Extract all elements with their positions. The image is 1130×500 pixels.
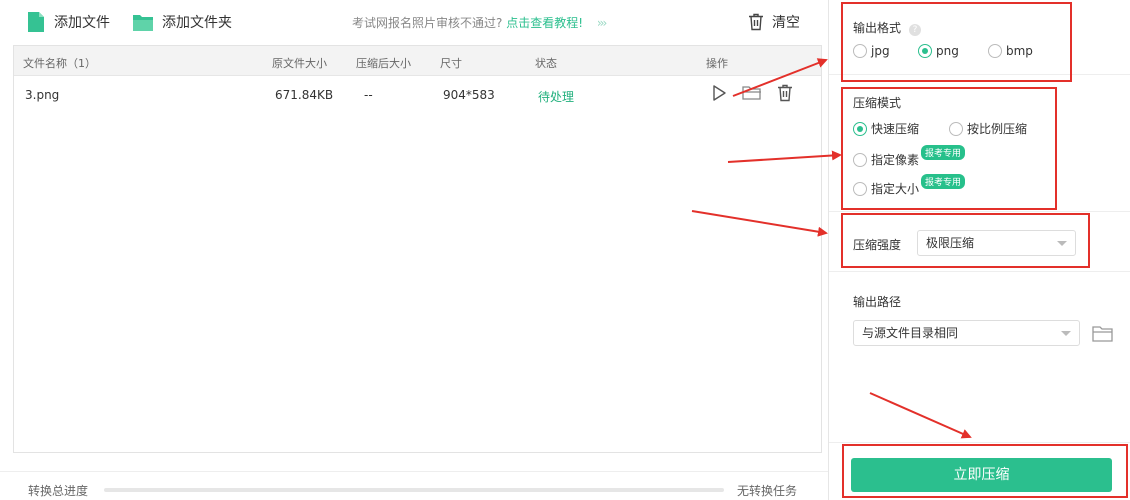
- progress-footer: 转换总进度 无转换任务: [0, 471, 828, 500]
- chevrons-icon: ›››: [596, 16, 608, 30]
- app-window: 添加文件 添加文件夹 考试网报名照片审核不通过? 点击查看教程! ››› 清空 …: [0, 0, 1130, 500]
- open-folder-icon[interactable]: [742, 84, 762, 102]
- add-folder-button[interactable]: 添加文件夹: [132, 8, 232, 36]
- progress-label: 转换总进度: [28, 484, 89, 498]
- table-header: 文件名称（1） 原文件大小 压缩后大小 尺寸 状态 操作: [14, 46, 821, 76]
- col-name: 文件名称（1）: [23, 57, 96, 70]
- clear-button[interactable]: 清空: [748, 8, 800, 36]
- radio-dot: [853, 44, 867, 58]
- col-dimensions: 尺寸: [440, 57, 462, 70]
- file-status: 待处理: [538, 90, 575, 104]
- exam-badge: 报考专用: [921, 145, 966, 160]
- compress-mode-section: 压缩模式 快速压缩 按比例压缩 指定像素 报考专用 指定大小 报考专用: [829, 75, 1130, 212]
- format-png-radio[interactable]: png: [918, 44, 959, 58]
- table-row[interactable]: 3.png 671.84KB -- 904*583 待处理: [14, 80, 821, 112]
- radio-dot: [853, 121, 867, 136]
- exam-badge: 报考专用: [921, 174, 966, 189]
- add-file-label: 添加文件: [54, 15, 110, 31]
- settings-panel: 输出格式? jpg png bmp 压缩模式 快速压缩 按比例压缩 指定像素 报…: [828, 0, 1130, 500]
- play-icon[interactable]: [711, 84, 727, 102]
- clear-label: 清空: [772, 15, 800, 31]
- format-jpg-radio[interactable]: jpg: [853, 44, 890, 58]
- strength-section: 压缩强度 极限压缩: [829, 212, 1130, 272]
- format-jpg-label: jpg: [871, 44, 890, 58]
- divider: [829, 442, 1130, 443]
- file-add-icon: [28, 12, 44, 32]
- strength-select[interactable]: 极限压缩: [917, 230, 1076, 256]
- delete-icon[interactable]: [777, 84, 793, 102]
- radio-dot: [949, 121, 963, 136]
- folder-add-icon: [133, 15, 153, 31]
- chevron-down-icon: [1057, 241, 1067, 246]
- chevron-down-icon: [1061, 331, 1071, 336]
- file-name: 3.png: [25, 88, 60, 102]
- file-compressed-size: --: [364, 88, 373, 102]
- notice-text: 考试网报名照片审核不通过?: [352, 16, 503, 30]
- format-bmp-radio[interactable]: bmp: [988, 44, 1033, 58]
- strength-value: 极限压缩: [926, 236, 975, 250]
- output-format-title: 输出格式?: [853, 19, 922, 36]
- progress-bar: [104, 488, 724, 492]
- compress-mode-title: 压缩模式: [853, 96, 902, 110]
- col-status: 状态: [535, 57, 557, 70]
- output-path-select[interactable]: 与源文件目录相同: [853, 320, 1080, 346]
- radio-dot: [918, 44, 932, 58]
- output-format-label: 输出格式: [853, 21, 902, 35]
- mode-fast-label: 快速压缩: [871, 122, 920, 136]
- toolbar: 添加文件 添加文件夹 考试网报名照片审核不通过? 点击查看教程! ››› 清空: [0, 0, 828, 44]
- radio-dot: [988, 44, 1002, 58]
- file-dimensions: 904*583: [443, 88, 495, 102]
- col-actions: 操作: [706, 57, 728, 70]
- output-format-section: 输出格式? jpg png bmp: [829, 0, 1130, 75]
- browse-folder-icon[interactable]: [1092, 325, 1114, 343]
- mode-pixels-radio[interactable]: 指定像素: [853, 151, 919, 168]
- help-icon[interactable]: ?: [909, 24, 922, 36]
- file-table: 文件名称（1） 原文件大小 压缩后大小 尺寸 状态 操作 3.png 671.8…: [13, 45, 822, 453]
- add-folder-label: 添加文件夹: [162, 15, 232, 31]
- format-png-label: png: [936, 44, 959, 58]
- file-orig-size: 671.84KB: [275, 88, 334, 102]
- notice-banner: 考试网报名照片审核不通过? 点击查看教程! ›››: [352, 14, 608, 31]
- progress-status: 无转换任务: [737, 484, 798, 498]
- mode-fast-radio[interactable]: 快速压缩: [853, 120, 919, 137]
- col-compressed-size: 压缩后大小: [356, 57, 411, 70]
- mode-size-radio[interactable]: 指定大小: [853, 180, 919, 197]
- radio-dot: [853, 181, 867, 196]
- mode-pixels-label: 指定像素: [871, 153, 920, 167]
- output-path-value: 与源文件目录相同: [862, 326, 959, 340]
- mode-ratio-radio[interactable]: 按比例压缩: [949, 120, 1027, 137]
- tutorial-link[interactable]: 点击查看教程!: [506, 16, 583, 30]
- output-path-section: 输出路径 与源文件目录相同: [829, 272, 1130, 442]
- strength-title: 压缩强度: [853, 238, 902, 252]
- compress-now-button[interactable]: 立即压缩: [851, 458, 1112, 492]
- mode-size-label: 指定大小: [871, 182, 920, 196]
- radio-dot: [853, 152, 867, 167]
- col-orig-size: 原文件大小: [272, 57, 327, 70]
- format-bmp-label: bmp: [1006, 44, 1033, 58]
- add-file-button[interactable]: 添加文件: [26, 8, 110, 36]
- trash-icon: [749, 13, 763, 31]
- output-path-title: 输出路径: [853, 295, 902, 309]
- mode-ratio-label: 按比例压缩: [967, 122, 1028, 136]
